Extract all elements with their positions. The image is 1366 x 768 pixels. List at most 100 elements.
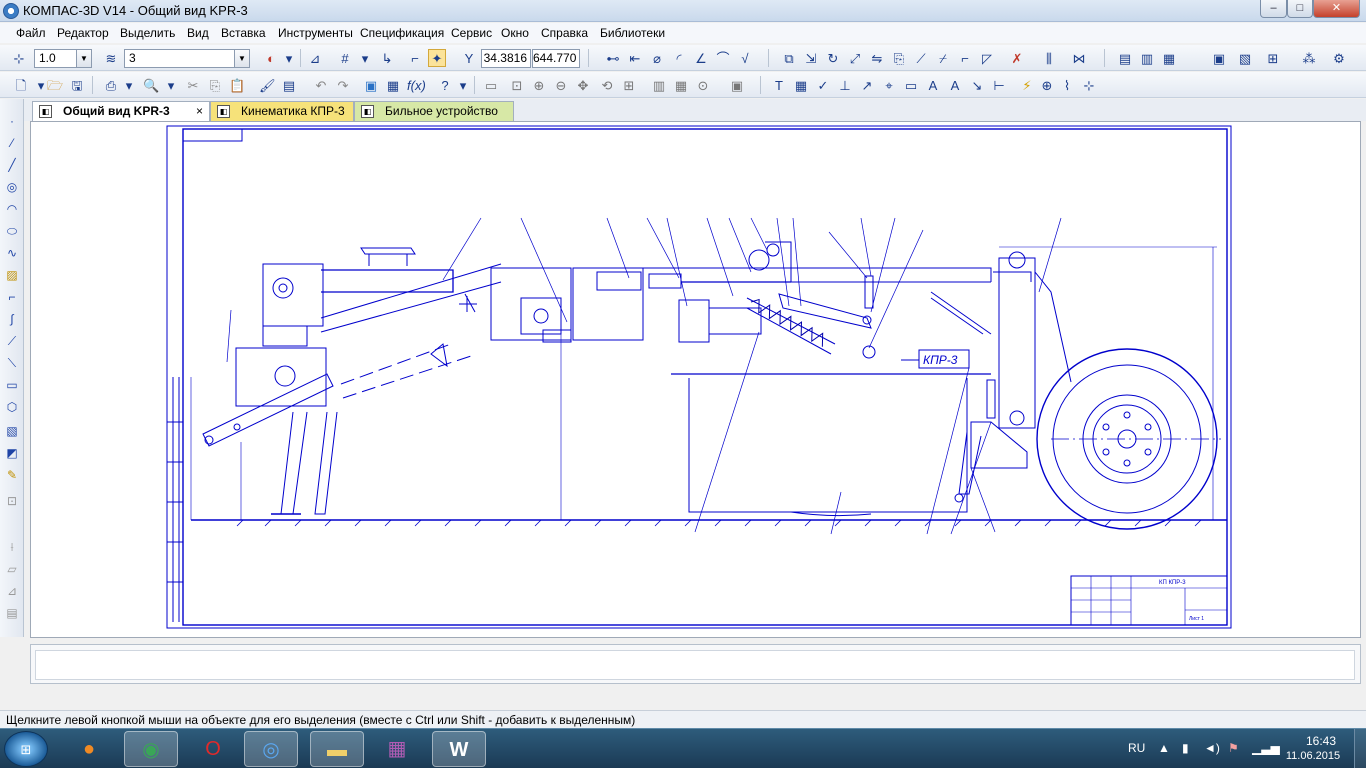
clock-date[interactable]: 11.06.2015: [1283, 750, 1343, 762]
language-indicator[interactable]: RU: [1128, 741, 1145, 755]
brush-icon[interactable]: 🖌: [258, 76, 276, 94]
array-icon[interactable]: ⫼: [1040, 49, 1058, 67]
menu-insert[interactable]: Вставка: [221, 26, 266, 40]
table-insert-icon[interactable]: ▦: [792, 76, 810, 94]
detail-icon[interactable]: ⊙: [694, 76, 712, 94]
zoom-out-icon[interactable]: ⊖: [552, 76, 570, 94]
hatch-region-icon[interactable]: ▧: [4, 423, 20, 439]
show-all-icon[interactable]: ⊞: [620, 76, 638, 94]
equidistant-icon[interactable]: ⟍: [4, 355, 20, 371]
taskbar-winrar[interactable]: ▦: [370, 731, 424, 767]
variables-icon[interactable]: f(x): [406, 76, 426, 94]
chevron-down-icon[interactable]: ▼: [234, 50, 249, 67]
roughness-icon[interactable]: √: [736, 49, 754, 67]
dropdown-arrow-icon[interactable]: ▾: [356, 49, 374, 67]
measure-icon[interactable]: ⊞: [1264, 49, 1282, 67]
save-icon[interactable]: 🖫: [68, 76, 86, 94]
label-icon[interactable]: A: [946, 76, 964, 94]
pan-icon[interactable]: ✥: [574, 76, 592, 94]
table-icon[interactable]: ▣: [1210, 49, 1228, 67]
open-folder-icon[interactable]: 🗁: [46, 76, 64, 94]
axis-icon[interactable]: ⊹: [1080, 76, 1098, 94]
minimize-button[interactable]: –: [1260, 0, 1287, 18]
copy-icon[interactable]: ⎘: [206, 76, 224, 94]
coord-y-field[interactable]: 644.770: [532, 49, 580, 68]
properties-field[interactable]: [35, 650, 1355, 680]
group-icon[interactable]: ▦: [672, 76, 690, 94]
bezier-icon[interactable]: ∫: [4, 311, 20, 327]
coord-x-field[interactable]: 34.3816: [481, 49, 531, 68]
snap-icon[interactable]: ✦: [428, 49, 446, 67]
library-icon[interactable]: ▦: [384, 76, 402, 94]
layers-icon[interactable]: ≋: [102, 49, 120, 67]
signal-icon[interactable]: ▁▃▅: [1252, 741, 1280, 755]
edit-icon[interactable]: ⧉: [780, 49, 798, 67]
drawing-canvas[interactable]: КПР-3 КП КПР-3 Лист 1: [30, 121, 1361, 638]
roughness-mark-icon[interactable]: ✓: [814, 76, 832, 94]
start-button[interactable]: ⊞: [4, 731, 48, 767]
tab-bilnoe-ustroystvo[interactable]: ◧ Бильное устройство: [354, 101, 514, 121]
spec-icon[interactable]: ▤: [4, 605, 20, 621]
close-button[interactable]: ✕: [1313, 0, 1360, 18]
layer-view-icon[interactable]: ▥: [650, 76, 668, 94]
tolerance-text-icon[interactable]: A: [924, 76, 942, 94]
taskbar-opera[interactable]: O: [186, 731, 240, 767]
delete-icon[interactable]: ✗: [1008, 49, 1026, 67]
rotate-icon[interactable]: ↻: [824, 49, 842, 67]
menu-tools[interactable]: Инструменты: [278, 26, 353, 40]
network-icon[interactable]: ⚑: [1228, 741, 1239, 755]
menu-view[interactable]: Вид: [187, 26, 209, 40]
point-icon[interactable]: ·: [4, 113, 20, 129]
properties-icon[interactable]: ▤: [280, 76, 298, 94]
angle-icon[interactable]: ∠: [692, 49, 710, 67]
coords-icon[interactable]: ⁂: [1300, 49, 1318, 67]
spec-icon[interactable]: ▤: [1116, 49, 1134, 67]
tab-obshiy-vid[interactable]: ◧ Общий вид KPR-3 ×: [32, 101, 210, 121]
clock-time[interactable]: 16:43: [1296, 734, 1346, 748]
view-arrow-icon[interactable]: ↘: [968, 76, 986, 94]
dropdown-arrow-icon[interactable]: ▾: [162, 76, 180, 94]
tolerance-icon[interactable]: ▭: [902, 76, 920, 94]
dimension-linear-icon[interactable]: ⊷: [604, 49, 622, 67]
position-icon[interactable]: ⌖: [880, 76, 898, 94]
rectangle-icon[interactable]: ▭: [4, 377, 20, 393]
menu-libraries[interactable]: Библиотеки: [600, 26, 665, 40]
tab-kinematika[interactable]: ◧ Кинематика КПР-3: [210, 101, 354, 121]
view-icon[interactable]: ▭: [482, 76, 500, 94]
help-pointer-icon[interactable]: ?: [436, 76, 454, 94]
dropdown-arrow-icon[interactable]: ▾: [454, 76, 472, 94]
cut-line-icon[interactable]: ⊢: [990, 76, 1008, 94]
brush-icon[interactable]: ✎: [4, 467, 20, 483]
spec-edit-icon[interactable]: ▦: [1160, 49, 1178, 67]
menu-specification[interactable]: Спецификация: [360, 26, 444, 40]
orthogonal-icon[interactable]: ⊿: [306, 49, 324, 67]
fill-icon[interactable]: ◩: [4, 445, 20, 461]
manager-icon[interactable]: ▣: [362, 76, 380, 94]
spline-icon[interactable]: ∿: [4, 245, 20, 261]
snap-step-icon[interactable]: ⊹: [10, 49, 28, 67]
magnet-icon[interactable]: ◐: [262, 49, 280, 67]
trim-icon[interactable]: ⟋: [912, 49, 930, 67]
close-tab-icon[interactable]: ×: [196, 102, 203, 120]
taskbar-word[interactable]: W: [432, 731, 486, 767]
maximize-button[interactable]: □: [1287, 0, 1313, 18]
move-icon[interactable]: ⇲: [802, 49, 820, 67]
chevron-down-icon[interactable]: ▼: [76, 50, 91, 67]
dropdown-arrow-icon[interactable]: ▾: [120, 76, 138, 94]
fillet-icon[interactable]: ⌐: [956, 49, 974, 67]
chamfer-icon[interactable]: ◸: [978, 49, 996, 67]
print-icon[interactable]: ⎙: [102, 76, 120, 94]
polygon-icon[interactable]: ⬡: [4, 399, 20, 415]
menu-select[interactable]: Выделить: [120, 26, 175, 40]
volume-icon[interactable]: ◄): [1204, 741, 1220, 755]
dimension-icon[interactable]: ⇤: [626, 49, 644, 67]
zoom-in-icon[interactable]: ⊕: [530, 76, 548, 94]
base-mark-icon[interactable]: ⊥: [836, 76, 854, 94]
contour-icon[interactable]: ⟋: [4, 333, 20, 349]
refresh-icon[interactable]: ⟲: [598, 76, 616, 94]
menu-service[interactable]: Сервис: [451, 26, 492, 40]
zoom-window-icon[interactable]: ⊡: [508, 76, 526, 94]
image-icon[interactable]: ▣: [728, 76, 746, 94]
battery-icon[interactable]: ▮: [1182, 741, 1189, 755]
paste-icon[interactable]: 📋: [228, 76, 246, 94]
